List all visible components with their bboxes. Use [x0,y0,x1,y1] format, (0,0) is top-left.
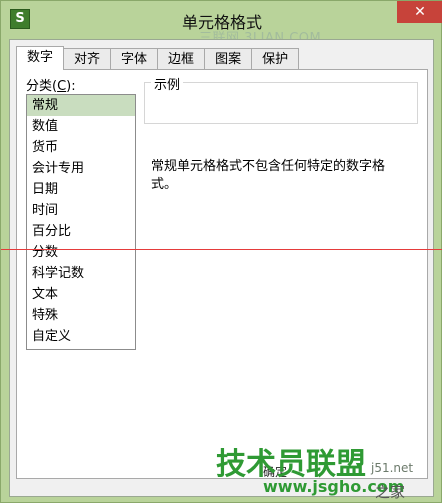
format-description: 常规单元格格式不包含任何特定的数字格式。 [151,159,386,192]
tab-border[interactable]: 边框 [157,48,206,70]
list-item[interactable]: 文本 [27,284,135,305]
list-item[interactable]: 时间 [27,200,135,221]
list-item[interactable]: 百分比 [27,221,135,242]
red-guide-line [1,249,442,250]
title-bar[interactable]: S 单元格格式 三联网 3LIAN.COM ✕ [1,1,442,46]
category-listbox[interactable]: 常规 数值 货币 会计专用 日期 时间 百分比 分数 科学记数 文本 特殊 自定… [26,94,136,350]
sample-groupbox: 示例 [144,74,418,124]
category-label: 分类(C): [26,79,76,94]
list-item[interactable]: 货币 [27,137,135,158]
watermark-side: j51.net [371,461,414,475]
tab-pattern[interactable]: 图案 [204,48,253,70]
tab-panel-number: 分类(C): 常规 数值 货币 会计专用 日期 时间 百分比 分数 科学记数 文… [16,69,428,479]
list-item[interactable]: 数值 [27,116,135,137]
sample-legend: 示例 [151,74,184,93]
dialog-body: 数字 对齐 字体 边框 图案 保护 分类(C): 常规 数值 货币 会计专用 日… [9,39,434,497]
list-item[interactable]: 分数 [27,242,135,263]
tab-alignment[interactable]: 对齐 [63,48,112,70]
list-item[interactable]: 会计专用 [27,158,135,179]
list-item[interactable]: 特殊 [27,305,135,326]
tab-font[interactable]: 字体 [110,48,159,70]
list-item[interactable]: 常规 [27,95,135,116]
watermark-corner: 之家 [375,483,406,501]
list-item[interactable]: 自定义 [27,326,135,347]
tab-protection[interactable]: 保护 [251,48,300,70]
tab-number[interactable]: 数字 [16,46,65,70]
tab-strip: 数字 对齐 字体 边框 图案 保护 [16,46,300,70]
list-item[interactable]: 科学记数 [27,263,135,284]
close-button[interactable]: ✕ [397,1,442,23]
list-item[interactable]: 日期 [27,179,135,200]
dialog-window: S 单元格格式 三联网 3LIAN.COM ✕ 数字 对齐 字体 边框 图案 保… [0,0,442,503]
